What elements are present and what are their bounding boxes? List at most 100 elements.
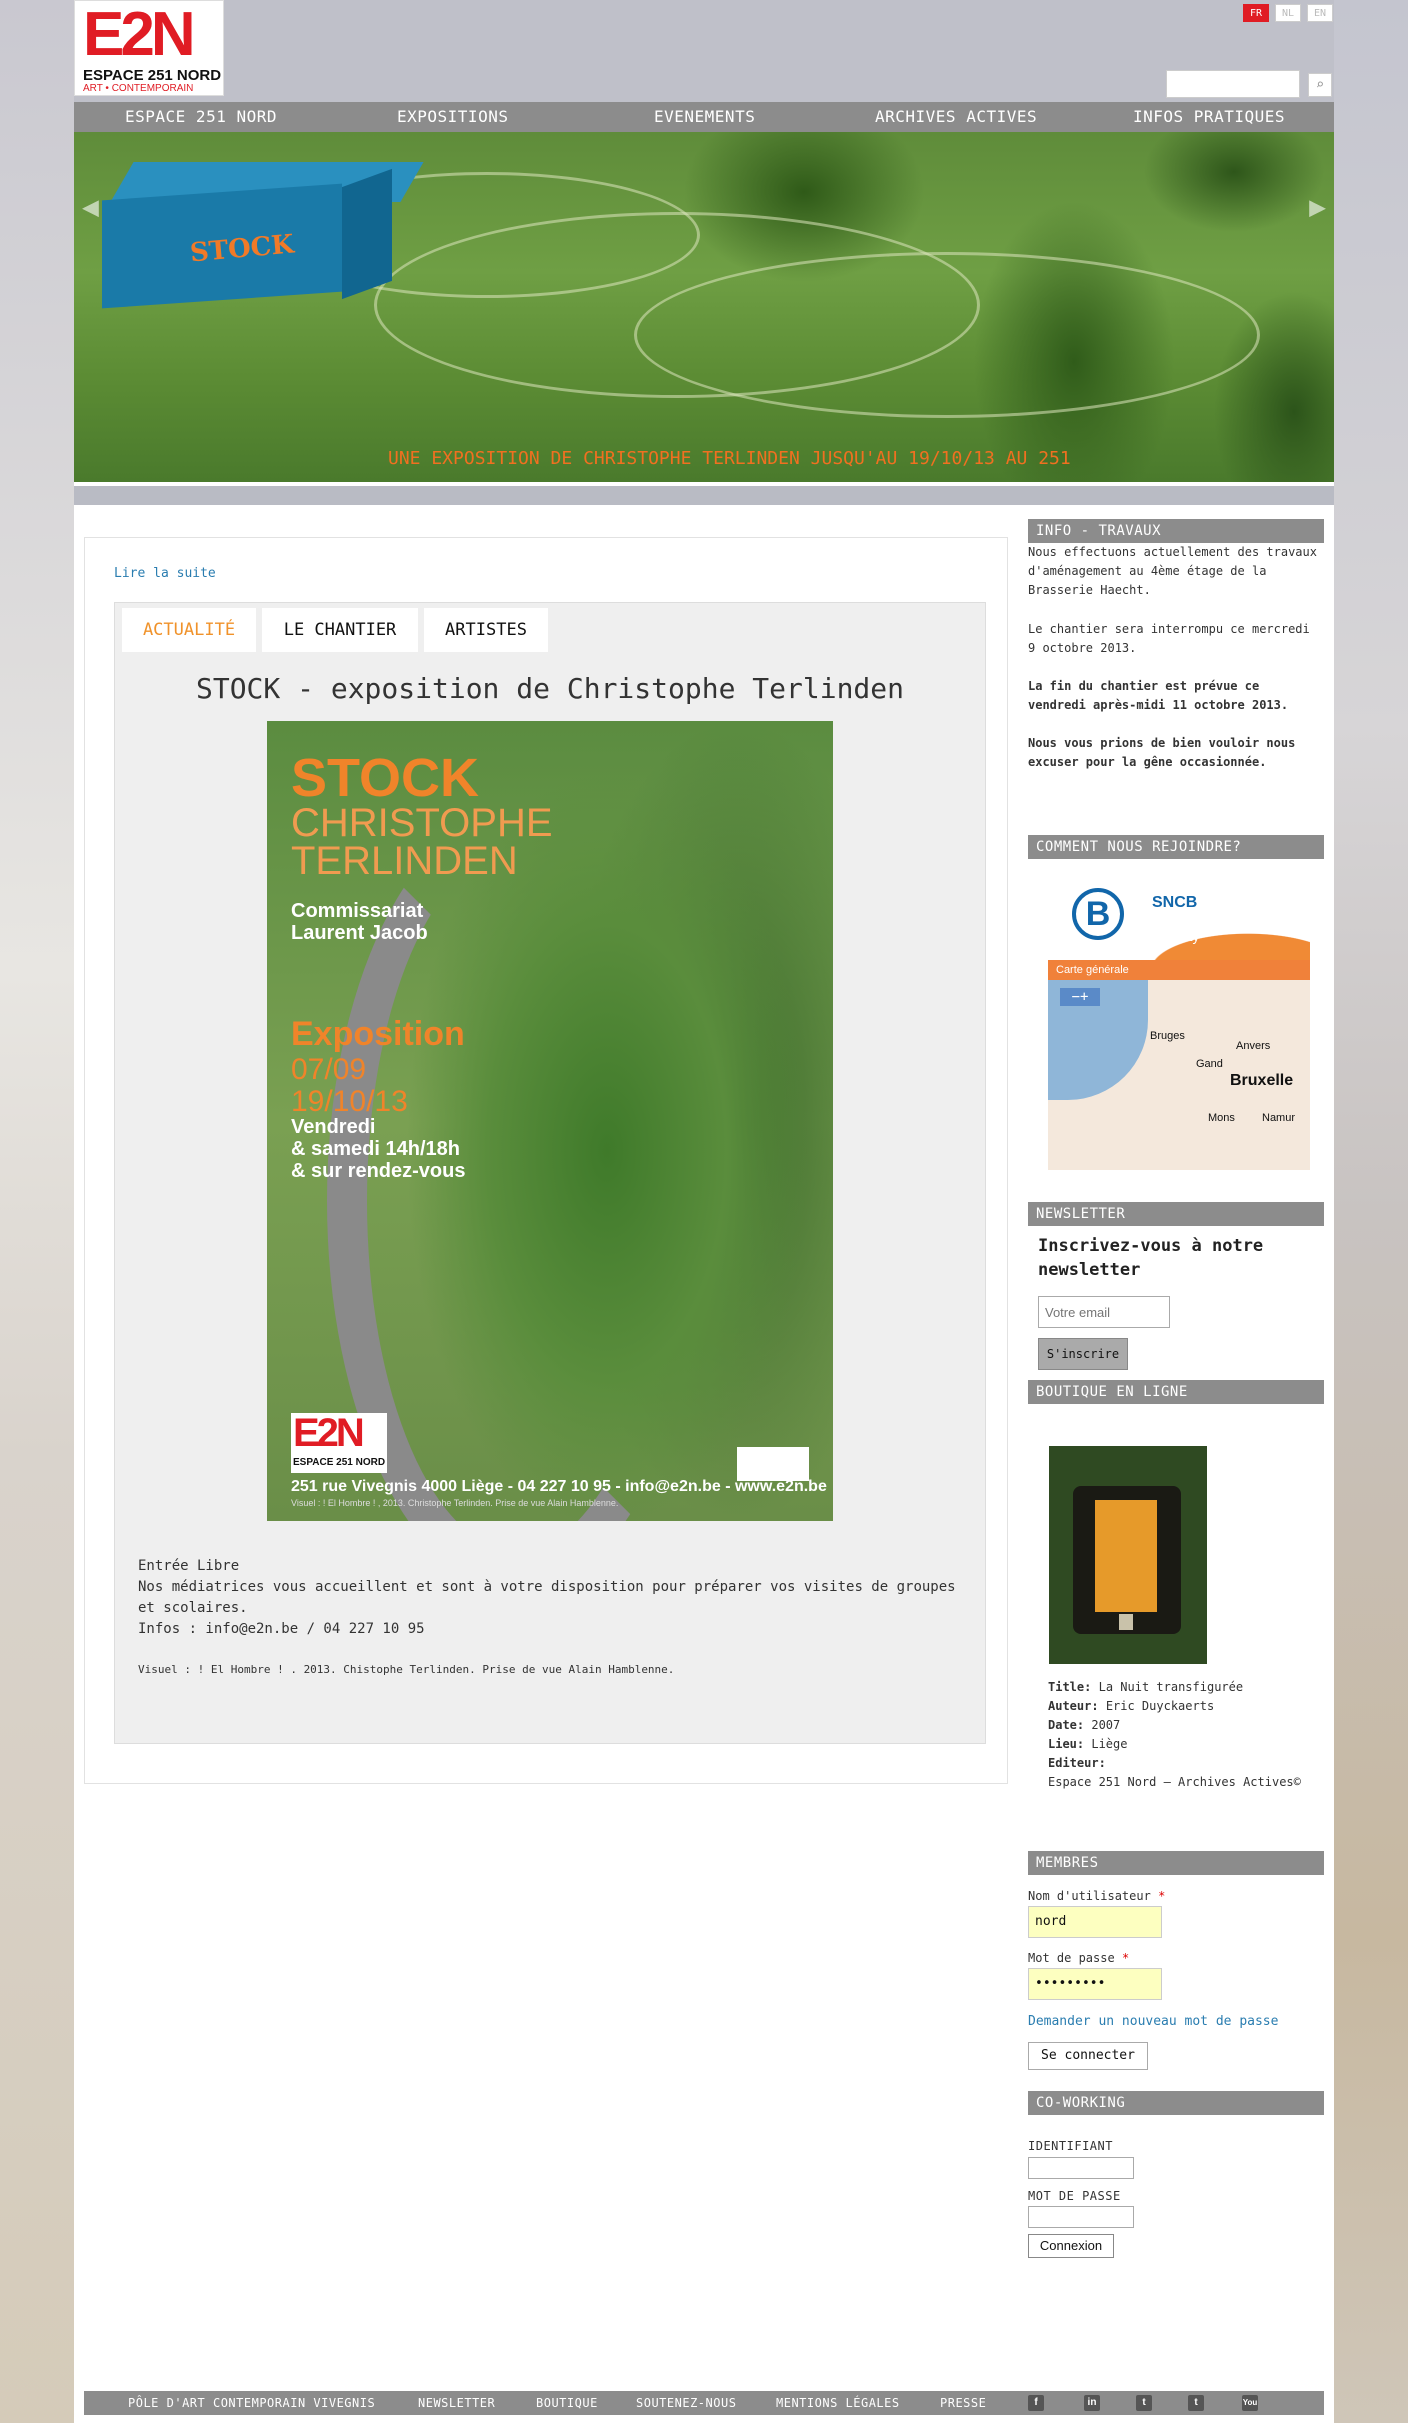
- lang-en[interactable]: EN: [1307, 4, 1333, 22]
- slider-next-icon[interactable]: ▶: [1309, 190, 1326, 223]
- username-label-text: Nom d'utilisateur: [1028, 1889, 1151, 1903]
- coworking-password-input[interactable]: [1028, 2206, 1134, 2228]
- page-background-right: [1334, 0, 1408, 2423]
- footer-link-mentions-legales[interactable]: MENTIONS LÉGALES: [776, 2391, 900, 2415]
- hero-banner[interactable]: STOCK ◀ ▶ UNE EXPOSITION DE CHRISTOPHE T…: [74, 132, 1334, 482]
- book-cover-image[interactable]: [1049, 1446, 1207, 1664]
- map-city-anvers: Anvers: [1236, 1040, 1271, 1052]
- book-author-row: Auteur: Eric Duyckaerts: [1048, 1697, 1318, 1716]
- search-icon[interactable]: ⌕: [1308, 73, 1332, 97]
- nav-espace-251-nord[interactable]: ESPACE 251 NORD: [125, 102, 277, 132]
- book-editor-row: Editeur:: [1048, 1754, 1318, 1773]
- nav-archives-actives[interactable]: ARCHIVES ACTIVES: [875, 102, 1037, 132]
- info-travaux-p1: Nous effectuons actuellement des travaux…: [1028, 545, 1317, 597]
- info-travaux-p2: Le chantier sera interrompu ce mercredi …: [1028, 622, 1310, 655]
- poster-hours: Vendredi: [291, 1116, 376, 1138]
- newsletter-title: Inscrivez-vous à notre newsletter: [1038, 1236, 1264, 1280]
- sncb-logo-icon: B: [1072, 888, 1124, 940]
- map-city-namur: Namur: [1262, 1112, 1296, 1124]
- stock-box-side: [342, 168, 392, 300]
- twitter-icon[interactable]: t: [1188, 2395, 1204, 2411]
- site-logo[interactable]: E2N ESPACE 251 NORD ART • CONTEMPORAIN: [74, 0, 224, 96]
- logo-name: ESPACE 251 NORD: [83, 67, 222, 84]
- youtube-icon[interactable]: You: [1242, 2395, 1258, 2411]
- exhibition-poster: STOCK CHRISTOPHE TERLINDEN Commissariat …: [267, 721, 833, 1521]
- footer-link-boutique[interactable]: BOUTIQUE: [536, 2391, 598, 2415]
- nav-evenements[interactable]: EVENEMENTS: [654, 102, 755, 132]
- poster-date-end: 19/10/13: [291, 1085, 408, 1118]
- coworking-password-label: MOT DE PASSE: [1028, 2189, 1121, 2203]
- password-input[interactable]: •••••••••: [1028, 1968, 1162, 2000]
- poster-logo-name: ESPACE 251 NORD: [293, 1457, 386, 1468]
- map-city-gand: Gand: [1196, 1058, 1223, 1070]
- poster-title: STOCK: [291, 748, 480, 808]
- password-label: Mot de passe *: [1028, 1951, 1129, 1965]
- book-details: Title: La Nuit transfigurée Auteur: Eric…: [1048, 1678, 1318, 1792]
- banner-divider: [74, 482, 1334, 486]
- footer-link-pole[interactable]: PÔLE D'ART CONTEMPORAIN VIVEGNIS: [128, 2391, 375, 2415]
- poster-logo: E2N ESPACE 251 NORD: [291, 1411, 387, 1473]
- tab-actualite[interactable]: ACTUALITÉ: [122, 608, 256, 652]
- map-city-bruges: Bruges: [1150, 1030, 1185, 1042]
- footer-link-newsletter[interactable]: NEWSLETTER: [418, 2391, 495, 2415]
- tab-artistes[interactable]: ARTISTES: [424, 608, 548, 652]
- tab-le-chantier[interactable]: LE CHANTIER: [262, 608, 418, 652]
- book-place-row: Lieu: Liège: [1048, 1735, 1318, 1754]
- book-date: 2007: [1091, 1718, 1121, 1732]
- search-input[interactable]: [1166, 70, 1300, 98]
- poster-date-start: 07/09: [291, 1053, 367, 1086]
- newsletter-email-input[interactable]: [1038, 1296, 1170, 1328]
- nav-infos-pratiques[interactable]: INFOS PRATIQUES: [1133, 102, 1285, 132]
- nav-expositions[interactable]: EXPOSITIONS: [397, 102, 508, 132]
- footer-link-presse[interactable]: PRESSE: [940, 2391, 986, 2415]
- username-input[interactable]: nord: [1028, 1906, 1162, 1938]
- poster-sponsor-logos: [737, 1447, 809, 1481]
- footer-link-soutenez-nous[interactable]: SOUTENEZ-NOUS: [636, 2391, 736, 2415]
- book-title-row: Title: La Nuit transfigurée: [1048, 1678, 1318, 1697]
- newsletter-subscribe-button[interactable]: S'inscrire: [1038, 1338, 1128, 1370]
- username-label: Nom d'utilisateur *: [1028, 1889, 1165, 1903]
- logo-subtitle: ART • CONTEMPORAIN: [83, 83, 194, 94]
- book-author-label: Auteur:: [1048, 1699, 1099, 1713]
- facebook-icon[interactable]: f: [1028, 2395, 1044, 2411]
- sncb-map[interactable]: B SNCB Mobility Carte générale −+ Bruges…: [1048, 880, 1310, 1170]
- article-title: STOCK - exposition de Christophe Terlind…: [195, 672, 904, 705]
- coworking-connect-button[interactable]: Connexion: [1028, 2234, 1114, 2258]
- sncb-label: SNCB: [1152, 894, 1198, 911]
- contact-info: Infos : info@e2n.be / 04 227 10 95: [138, 1621, 425, 1637]
- book-editor-label: Editeur:: [1048, 1756, 1106, 1770]
- slider-prev-icon[interactable]: ◀: [82, 190, 99, 223]
- book-date-label: Date:: [1048, 1718, 1085, 1732]
- read-more-link[interactable]: Lire la suite: [114, 566, 216, 581]
- page-background-left: [0, 0, 74, 2423]
- poster-artist-first: CHRISTOPHE: [291, 801, 553, 845]
- lang-nl[interactable]: NL: [1275, 4, 1301, 22]
- linkedin-icon[interactable]: in: [1084, 2395, 1100, 2411]
- entry-info: Entrée Libre: [138, 1558, 240, 1574]
- poster-exposition: Exposition: [291, 1015, 465, 1053]
- poster-artist-last: TERLINDEN: [291, 839, 518, 883]
- poster-commissariat: Commissariat: [291, 900, 424, 922]
- book-place-label: Lieu:: [1048, 1737, 1085, 1751]
- footer-nav: PÔLE D'ART CONTEMPORAIN VIVEGNIS NEWSLET…: [84, 2391, 1324, 2415]
- lang-fr[interactable]: FR: [1243, 4, 1269, 22]
- banner-caption: UNE EXPOSITION DE CHRISTOPHE TERLINDEN J…: [388, 448, 1071, 469]
- book-editor: Espace 251 Nord – Archives Actives©: [1048, 1775, 1301, 1789]
- book-place: Liège: [1091, 1737, 1128, 1751]
- login-button[interactable]: Se connecter: [1028, 2042, 1148, 2070]
- poster-hours: & samedi 14h/18h: [291, 1138, 460, 1160]
- poster-logo-mark: E2N: [293, 1411, 365, 1455]
- tumblr-icon[interactable]: t: [1136, 2395, 1152, 2411]
- stock-box-graphic: STOCK: [102, 162, 424, 309]
- book-author: Eric Duyckaerts: [1105, 1699, 1215, 1713]
- main-nav: ESPACE 251 NORD EXPOSITIONS EVENEMENTS A…: [74, 102, 1334, 132]
- field-pattern: [634, 252, 1260, 418]
- poster-credit: Visuel : ! El Hombre ! , 2013. Christoph…: [291, 1498, 619, 1508]
- forgot-password-link[interactable]: Demander un nouveau mot de passe: [1028, 2014, 1278, 2029]
- required-marker: *: [1158, 1889, 1166, 1903]
- map-city-mons: Mons: [1208, 1112, 1235, 1124]
- map-zoom-controls[interactable]: −+: [1060, 988, 1100, 1006]
- visual-credit: Visuel : ! El Hombre ! . 2013. Chistophe…: [138, 1663, 675, 1676]
- coworking-id-input[interactable]: [1028, 2157, 1134, 2179]
- directions-heading: COMMENT NOUS REJOINDRE?: [1028, 835, 1324, 859]
